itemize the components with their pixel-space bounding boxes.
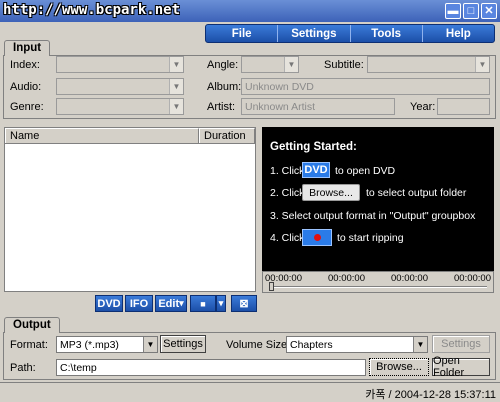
chevron-down-icon: ▾: [179, 298, 184, 308]
output-tab[interactable]: Output: [4, 317, 60, 333]
angle-label: Angle:: [207, 59, 239, 71]
record-icon: [313, 234, 321, 241]
watermark-text: http://www.bcpark.net: [3, 2, 181, 18]
genre-combo[interactable]: ▼: [56, 98, 184, 115]
guide-title: Getting Started:: [270, 141, 357, 153]
ifo-button[interactable]: IFO: [125, 295, 153, 312]
subtitle-combo[interactable]: ▼: [367, 56, 490, 73]
open-folder-button[interactable]: Open Folder: [432, 355, 490, 379]
album-label: Album:: [207, 81, 242, 93]
time-label: 00:00:00: [454, 273, 491, 284]
column-name[interactable]: Name: [5, 128, 199, 143]
step4-text: 4. Click: [270, 232, 305, 244]
chevron-down-icon: ▼: [143, 337, 157, 352]
genre-label: Genre:: [10, 101, 44, 113]
dvd-button[interactable]: DVD: [95, 295, 123, 312]
year-label: Year:: [410, 101, 436, 113]
guide-dvd-button[interactable]: DVD: [302, 162, 330, 178]
volume-settings-button[interactable]: Settings: [432, 335, 490, 353]
step3-text: 3. Select output format in "Output" grou…: [270, 210, 476, 222]
minimize-button[interactable]: ▬: [445, 3, 461, 19]
browse-button[interactable]: Browse...: [369, 358, 429, 376]
chevron-down-icon: ▼: [413, 337, 427, 352]
guide-browse-button[interactable]: Browse...: [302, 184, 360, 201]
year-field[interactable]: [437, 98, 490, 115]
path-label: Path:: [10, 362, 36, 374]
index-label: Index:: [10, 59, 40, 71]
volume-size-select[interactable]: Chapters ▼: [286, 336, 428, 353]
stop-button[interactable]: ■: [190, 295, 216, 312]
index-combo[interactable]: ▼: [56, 56, 184, 73]
volume-size-label: Volume Size:: [226, 339, 291, 351]
audio-label: Audio:: [10, 81, 42, 93]
format-value: MP3 (*.mp3): [60, 338, 119, 351]
input-tab[interactable]: Input: [4, 40, 51, 56]
step2-post-text: to select output folder: [366, 187, 467, 199]
edit-button[interactable]: Edit ▾: [155, 295, 187, 312]
artist-label: Artist:: [207, 101, 236, 113]
maximize-button[interactable]: □: [463, 3, 479, 19]
getting-started-panel: Getting Started: 1. Click DVD to open DV…: [262, 127, 494, 293]
column-duration[interactable]: Duration: [199, 128, 255, 143]
format-label: Format:: [10, 339, 48, 351]
menu-file[interactable]: File: [206, 25, 279, 42]
close-button[interactable]: ✕: [481, 3, 497, 19]
timeline-thumb[interactable]: [269, 282, 274, 291]
guide-record-button[interactable]: [302, 229, 332, 246]
status-bar: 카폭 / 2004-12-28 15:37:11: [0, 382, 500, 402]
timeline-times: 00:00:00 00:00:00 00:00:00 00:00:00: [265, 273, 491, 284]
edit-label: Edit: [158, 297, 180, 310]
time-label: 00:00:00: [391, 273, 428, 284]
menu-help[interactable]: Help: [423, 25, 494, 42]
chevron-down-icon: ▼: [284, 57, 298, 72]
subtitle-label: Subtitle:: [324, 59, 364, 71]
menu-bar: File Settings Tools Help: [205, 24, 495, 43]
window-controls: ▬ □ ✕: [445, 3, 497, 19]
format-settings-button[interactable]: Settings: [160, 335, 206, 353]
menu-tools[interactable]: Tools: [351, 25, 423, 42]
timeline-slider[interactable]: 00:00:00 00:00:00 00:00:00 00:00:00: [262, 271, 494, 293]
menu-settings[interactable]: Settings: [278, 25, 351, 42]
image-icon[interactable]: ⊠: [231, 295, 257, 312]
step1-text: 1. Click: [270, 165, 305, 177]
time-label: 00:00:00: [328, 273, 365, 284]
step1-post-text: to open DVD: [335, 165, 396, 177]
timeline-track: [269, 286, 487, 288]
chevron-down-icon: ▼: [169, 79, 183, 94]
volume-size-value: Chapters: [290, 338, 333, 351]
audio-combo[interactable]: ▼: [56, 78, 184, 95]
artist-field[interactable]: Unknown Artist: [241, 98, 395, 115]
list-header: Name Duration: [5, 128, 255, 144]
chevron-down-icon: ▼: [169, 99, 183, 114]
chevron-down-icon: ▼: [169, 57, 183, 72]
format-select[interactable]: MP3 (*.mp3) ▼: [56, 336, 158, 353]
track-list[interactable]: Name Duration: [4, 127, 256, 292]
stop-dropdown-button[interactable]: ▾: [216, 295, 226, 312]
chevron-down-icon: ▼: [475, 57, 489, 72]
angle-combo[interactable]: ▼: [241, 56, 299, 73]
status-text: 카폭 / 2004-12-28 15:37:11: [365, 389, 496, 401]
step4-post-text: to start ripping: [337, 232, 404, 244]
step2-text: 2. Click: [270, 187, 305, 199]
path-input[interactable]: C:\temp: [56, 359, 366, 376]
title-bar: http://www.bcpark.net ▬ □ ✕: [0, 0, 500, 22]
album-field[interactable]: Unknown DVD: [241, 78, 490, 95]
